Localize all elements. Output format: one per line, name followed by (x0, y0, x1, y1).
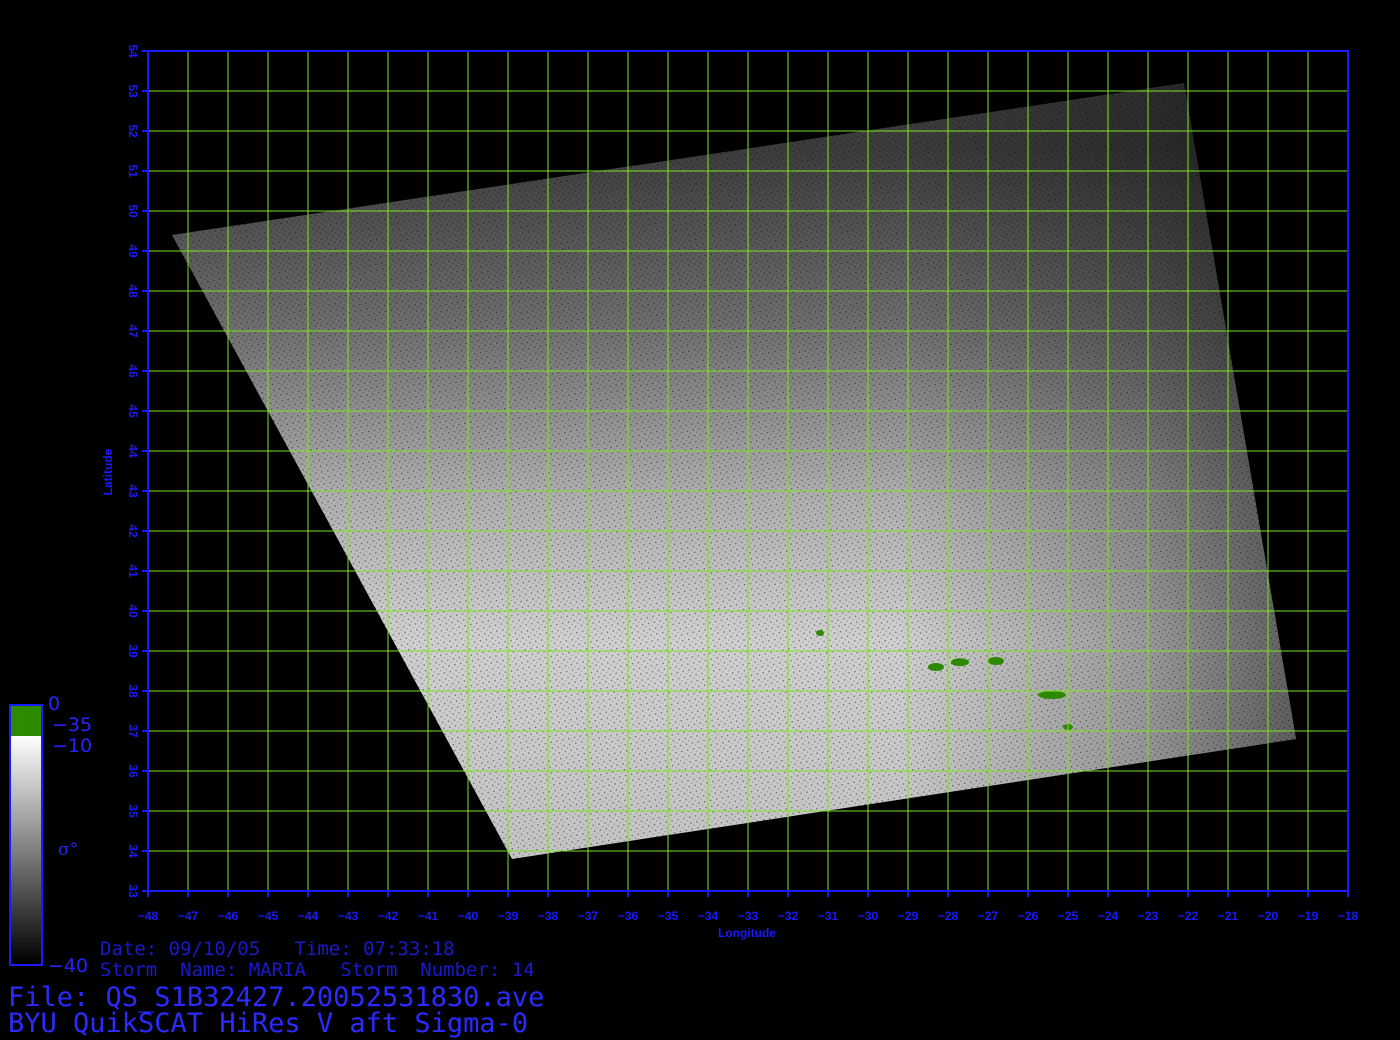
longitude-ticks: −48 −47 −46 −45 −44 −43 −42 −41 −40 −39 −38 −37 −36 −… (138, 891, 1359, 923)
x-tick-label: −41 (418, 909, 439, 923)
land-patch (816, 630, 824, 636)
y-tick-label: 48 (126, 284, 140, 298)
x-tick-label: −27 (978, 909, 999, 923)
x-tick-label: −42 (378, 909, 399, 923)
x-tick-label: −46 (218, 909, 239, 923)
x-tick-label: −47 (178, 909, 199, 923)
x-tick-label: −22 (1178, 909, 1199, 923)
x-tick-label: −26 (1018, 909, 1039, 923)
x-tick-label: −32 (778, 909, 799, 923)
product-title-line: BYU QuikSCAT HiRes V aft Sigma-0 (8, 1008, 529, 1039)
x-tick-label: −20 (1258, 909, 1279, 923)
x-tick-label: −45 (258, 909, 279, 923)
land-patch (988, 657, 1004, 665)
x-axis-label: Longitude (718, 926, 776, 940)
x-tick-label: −25 (1058, 909, 1079, 923)
y-tick-label: 44 (126, 444, 140, 458)
swath-image (172, 83, 1296, 859)
latitude-ticks: 33 34 35 36 37 38 39 40 41 42 43 44 45 46 47 48 49 50 51 52… (126, 44, 148, 898)
x-tick-label: −19 (1298, 909, 1319, 923)
colorbar-quantity-symbol: σ° (58, 840, 79, 860)
x-tick-label: −34 (698, 909, 719, 923)
x-tick-label: −44 (298, 909, 319, 923)
colorbar-gradient-band (11, 736, 41, 964)
colorbar-top-label: 0 (48, 693, 61, 715)
y-tick-label: 49 (126, 244, 140, 258)
y-tick-label: 38 (126, 684, 140, 698)
y-tick-label: 39 (126, 644, 140, 658)
y-tick-label: 46 (126, 364, 140, 378)
x-tick-label: −39 (498, 909, 519, 923)
y-tick-label: 53 (126, 84, 140, 98)
x-tick-label: −18 (1338, 909, 1359, 923)
y-tick-label: 40 (126, 604, 140, 618)
quikscat-sigma0-map: −48 −47 −46 −45 −44 −43 −42 −41 −40 −39 −38 −37 −36 −… (9, 44, 1359, 966)
x-tick-label: −28 (938, 909, 959, 923)
colorbar (9, 704, 43, 966)
x-tick-label: −43 (338, 909, 359, 923)
land-patch (951, 658, 969, 667)
storm-info-line: Storm Name: MARIA Storm Number: 14 (100, 959, 535, 981)
y-tick-label: 54 (126, 44, 140, 58)
swath-texture (172, 83, 1296, 859)
x-tick-label: −38 (538, 909, 559, 923)
colorbar-bottom-label: −40 (48, 955, 89, 977)
colorbar-mid-label-2: −10 (52, 735, 93, 757)
x-tick-label: −35 (658, 909, 679, 923)
x-tick-label: −21 (1218, 909, 1239, 923)
file-name-line: File: QS_S1B32427.20052531830.ave (8, 982, 545, 1013)
y-tick-label: 42 (126, 524, 140, 538)
y-tick-label: 47 (126, 324, 140, 338)
y-tick-label: 35 (126, 804, 140, 818)
date-time-line: Date: 09/10/05 Time: 07:33:18 (100, 938, 455, 960)
x-tick-label: −37 (578, 909, 599, 923)
x-tick-label: −31 (818, 909, 839, 923)
y-tick-label: 52 (126, 124, 140, 138)
land-patch (928, 663, 944, 671)
land-patch (1038, 691, 1066, 699)
y-tick-label: 45 (126, 404, 140, 418)
x-tick-label: −29 (898, 909, 919, 923)
y-tick-label: 41 (126, 564, 140, 578)
x-tick-label: −24 (1098, 909, 1119, 923)
y-tick-label: 37 (126, 724, 140, 738)
y-tick-label: 43 (126, 484, 140, 498)
y-tick-label: 36 (126, 764, 140, 778)
colorbar-mid-label-1: −35 (52, 714, 93, 736)
y-tick-label: 33 (126, 884, 140, 898)
x-tick-label: −48 (138, 909, 159, 923)
x-tick-label: −30 (858, 909, 879, 923)
x-tick-label: −36 (618, 909, 639, 923)
x-tick-label: −23 (1138, 909, 1159, 923)
x-tick-label: −33 (738, 909, 759, 923)
y-tick-label: 50 (126, 204, 140, 218)
y-tick-label: 34 (126, 844, 140, 858)
y-axis-label: Latitude (101, 448, 115, 495)
y-tick-label: 51 (126, 164, 140, 178)
colorbar-green-band (11, 706, 41, 736)
x-tick-label: −40 (458, 909, 479, 923)
